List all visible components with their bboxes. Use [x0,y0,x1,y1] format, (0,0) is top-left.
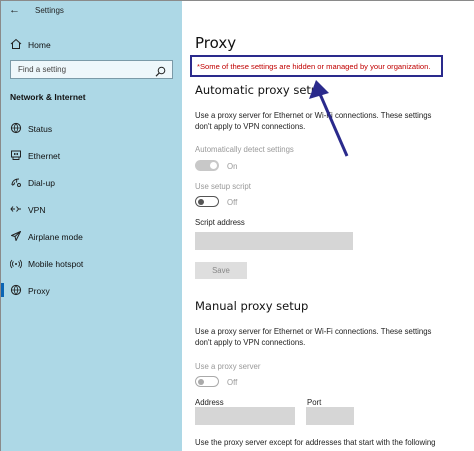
sidebar-item-airplane-mode[interactable]: Airplane mode [1,227,182,245]
use-proxy-label: Use a proxy server [195,362,261,371]
setup-script-state: Off [227,198,238,207]
sidebar-item-label: VPN [28,205,46,215]
globe-status-icon [10,122,22,134]
automatic-proxy-description: Use a proxy server for Ethernet or Wi-Fi… [195,111,432,131]
manual-proxy-description: Use a proxy server for Ethernet or Wi-Fi… [195,327,432,347]
managed-settings-notice: *Some of these settings are hidden or ma… [190,55,443,77]
auto-detect-label: Automatically detect settings [195,145,294,154]
airplane-icon [10,230,22,242]
globe-icon [10,284,22,296]
use-proxy-state: Off [227,378,238,387]
exceptions-description: Use the proxy server except for addresse… [195,438,436,447]
sidebar-item-label: Dial-up [28,178,55,188]
script-address-input[interactable] [195,232,353,250]
search-icon[interactable] [155,64,166,77]
port-input[interactable] [306,407,354,425]
auto-detect-state: On [227,162,238,171]
sidebar-item-label: Ethernet [28,151,61,161]
sidebar-item-status[interactable]: Status [1,119,182,137]
setup-script-label: Use setup script [195,182,251,191]
hotspot-icon [9,257,23,269]
sidebar-item-vpn[interactable]: VPN [1,200,182,218]
sidebar-item-ethernet[interactable]: Ethernet [1,146,182,164]
nav-home-label: Home [28,40,51,50]
back-arrow-icon[interactable]: ← [9,4,20,16]
setup-script-toggle[interactable] [195,196,219,207]
toggle-knob [210,162,217,169]
sidebar-item-proxy[interactable]: Proxy [1,281,182,299]
sidebar: ← Settings Home Find a setting Network &… [1,1,182,451]
nav-home[interactable]: Home [1,35,182,53]
script-address-label: Script address [195,218,245,227]
window-frame: ← Settings Home Find a setting Network &… [0,0,474,451]
notice-text: *Some of these settings are hidden or ma… [197,62,431,71]
search-placeholder: Find a setting [18,65,67,74]
home-icon [10,38,22,50]
address-label: Address [195,398,224,407]
page-title: Proxy [195,34,237,52]
automatic-proxy-heading: Automatic proxy setup [195,83,326,97]
sidebar-item-dial-up[interactable]: Dial-up [1,173,182,191]
auto-detect-toggle[interactable] [195,160,219,171]
sidebar-item-label: Status [28,124,53,134]
app-title: Settings [35,6,64,15]
title-bar: ← Settings [1,1,182,23]
save-button[interactable]: Save [195,262,247,279]
sidebar-item-label: Airplane mode [28,232,83,242]
sidebar-item-label: Proxy [28,286,50,296]
manual-proxy-heading: Manual proxy setup [195,299,309,313]
address-input[interactable] [195,407,295,425]
use-proxy-toggle[interactable] [195,376,219,387]
vpn-icon [10,203,22,215]
ethernet-icon [10,149,22,161]
dialup-icon [10,176,22,188]
sidebar-item-label: Mobile hotspot [28,259,84,269]
port-label: Port [307,398,322,407]
sidebar-item-mobile-hotspot[interactable]: Mobile hotspot [1,254,182,272]
main-content: Proxy *Some of these settings are hidden… [182,1,474,451]
toggle-knob [198,378,204,385]
sidebar-section-title: Network & Internet [10,92,86,102]
search-input[interactable]: Find a setting [10,60,173,79]
toggle-knob [198,198,204,205]
